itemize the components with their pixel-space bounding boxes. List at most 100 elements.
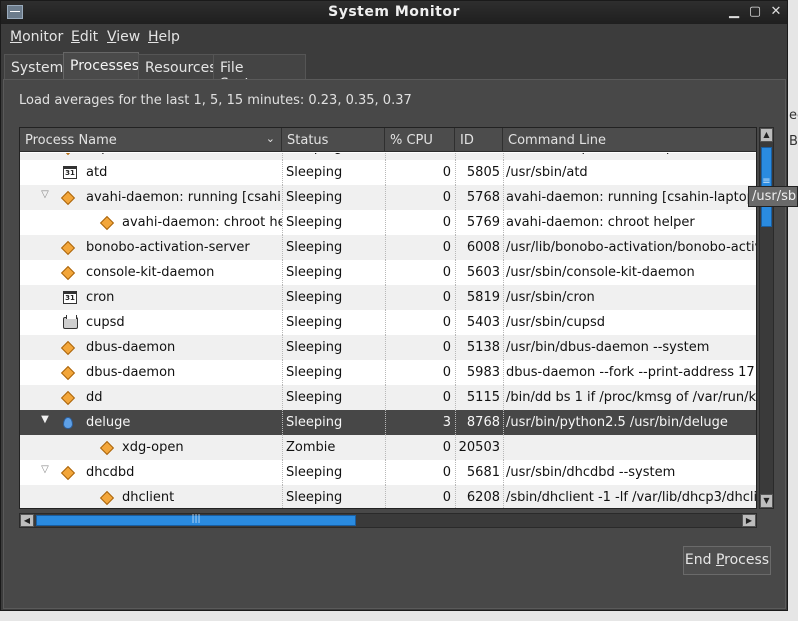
table-row[interactable]: console-kit-daemon Sleeping 0 5603/usr/sbin… <box>20 260 756 285</box>
menu-view[interactable]: View <box>107 29 140 45</box>
table-row[interactable]: avahi-daemon: chroot helper Sleeping 0 5769… <box>20 210 756 235</box>
process-icon <box>60 265 76 281</box>
column-separator <box>282 360 283 385</box>
close-icon[interactable]: ✕ <box>767 3 785 21</box>
table-row[interactable]: acpid Sleeping 0 4949/usr/sbin/acpid -c /et… <box>20 153 756 160</box>
process-cpu: 3 <box>442 415 451 430</box>
process-id: 8768 <box>466 415 500 430</box>
menu-edit[interactable]: Edit <box>71 29 98 45</box>
horizontal-scrollbar[interactable]: ◀ ▶ <box>19 513 757 528</box>
process-name-cell: acpid <box>20 153 282 160</box>
process-status: Sleeping <box>286 265 343 280</box>
process-name-cell: ▼ deluge <box>20 415 282 435</box>
table-row[interactable]: dhclient Sleeping 0 6208/sbin/dhclient -1 -… <box>20 485 756 508</box>
process-icon <box>60 240 76 256</box>
process-command-line: dbus-daemon --fork --print-address 17 <box>506 365 755 380</box>
expander-icon[interactable]: ▽ <box>39 190 51 200</box>
table-row[interactable]: ▽ avahi-daemon: running [csahin-laptop.lo… <box>20 185 756 210</box>
process-cpu: 0 <box>386 153 451 155</box>
column-separator <box>282 485 283 508</box>
title-bar[interactable]: System Monitor ▁ ▢ ✕ <box>1 1 787 24</box>
table-row[interactable]: cupsd Sleeping 0 5403/usr/sbin/cupsd <box>20 310 756 335</box>
column-separator <box>503 310 504 335</box>
process-cpu: 0 <box>442 490 451 505</box>
table-row[interactable]: dbus-daemon Sleeping 0 5138/usr/bin/dbus-da… <box>20 335 756 360</box>
process-status: Sleeping <box>286 165 343 180</box>
scroll-right-icon[interactable]: ▶ <box>742 514 756 527</box>
load-averages: Load averages for the last 1, 5, 15 minu… <box>19 93 412 108</box>
table-row[interactable]: 31 atd Sleeping 0 5805/usr/sbin/atd <box>20 160 756 185</box>
table-row[interactable]: xdg-open Zombie 0 20503 <box>20 435 756 460</box>
scroll-down-icon[interactable]: ▼ <box>760 494 773 508</box>
column-header-status[interactable]: Status <box>282 128 385 152</box>
column-separator <box>282 153 283 160</box>
table-row[interactable]: 31 cron Sleeping 0 5819/usr/sbin/cron <box>20 285 756 310</box>
column-header-id[interactable]: ID <box>455 128 503 152</box>
tab-file-systems[interactable]: File Systems <box>213 54 306 92</box>
menu-monitor[interactable]: Monitor <box>10 29 63 45</box>
maximize-icon[interactable]: ▢ <box>746 3 764 21</box>
column-separator <box>503 460 504 485</box>
menu-help[interactable]: Help <box>148 29 180 45</box>
table-row[interactable]: dd Sleeping 0 5115/bin/dd bs 1 if /proc/kms… <box>20 385 756 410</box>
table-row[interactable]: ▽ dhcdbd Sleeping 0 5681/usr/sbin/dhcdbd --s… <box>20 460 756 485</box>
column-header-process-name[interactable]: Process Name ⌄ <box>20 128 282 152</box>
column-header-cpu[interactable]: % CPU <box>385 128 455 152</box>
process-name: cron <box>86 290 115 305</box>
column-separator <box>282 185 283 210</box>
table-row[interactable]: dbus-daemon Sleeping 0 5983 dbus-daemon --fo… <box>20 360 756 385</box>
minimize-icon[interactable]: ▁ <box>725 3 743 21</box>
process-name-cell: 31 atd <box>20 165 282 185</box>
process-command-line: avahi-daemon: chroot helper <box>506 215 695 230</box>
process-command-line: /usr/bin/dbus-daemon --system <box>506 340 710 355</box>
window-title: System Monitor <box>328 4 460 20</box>
process-name: avahi-daemon: chroot helper <box>122 215 282 230</box>
process-name: atd <box>86 165 108 180</box>
process-name: dhclient <box>122 490 175 505</box>
horizontal-scroll-thumb[interactable] <box>36 514 356 526</box>
tab-resources[interactable]: Resources <box>138 54 217 80</box>
process-name: dbus-daemon <box>86 340 176 355</box>
column-header-command-line[interactable]: Command Line <box>503 128 756 152</box>
python-drop-icon <box>63 417 73 429</box>
tab-system[interactable]: System <box>4 54 64 80</box>
column-separator <box>282 235 283 260</box>
process-name: cupsd <box>86 315 125 330</box>
process-cpu: 0 <box>442 165 451 180</box>
process-name: deluge <box>86 415 131 430</box>
process-icon <box>99 490 115 506</box>
table-row[interactable]: ▼ deluge Sleeping 3 8768/usr/bin/python2.5 /… <box>20 410 756 435</box>
end-process-button[interactable]: End Process <box>683 546 771 575</box>
process-command-line: /usr/sbin/atd <box>506 165 588 180</box>
column-separator <box>503 485 504 508</box>
process-name-cell: dhclient <box>20 490 282 508</box>
column-separator <box>503 160 504 185</box>
process-name-cell: dbus-daemon <box>20 340 282 360</box>
background-window-peek: ee B/ <box>789 108 798 148</box>
scroll-up-icon[interactable]: ▲ <box>760 128 773 142</box>
vertical-scrollbar[interactable]: ▲ ▼ <box>759 127 774 509</box>
process-name-cell: ▽ avahi-daemon: running [csahin-laptop.lo… <box>20 190 282 210</box>
command-line-tooltip: /usr/sbin <box>748 186 798 207</box>
process-cpu: 0 <box>442 215 451 230</box>
scroll-left-icon[interactable]: ◀ <box>20 514 34 527</box>
process-status: Sleeping <box>286 290 343 305</box>
process-name: acpid <box>86 153 121 155</box>
process-name: dbus-daemon <box>86 365 176 380</box>
process-table: Process Name ⌄ Status % CPU ID Command Li… <box>19 127 757 509</box>
process-command-line: /usr/lib/bonobo-activation/bonobo-activ <box>506 240 756 255</box>
column-separator <box>503 385 504 410</box>
processes-pane: Load averages for the last 1, 5, 15 minu… <box>3 79 786 609</box>
expander-icon[interactable]: ▼ <box>39 415 51 425</box>
column-separator <box>282 435 283 460</box>
background-text: B/ <box>789 134 798 148</box>
process-name: avahi-daemon: running [csahin-laptop.loc… <box>86 190 282 205</box>
process-cpu: 0 <box>442 265 451 280</box>
tab-processes[interactable]: Processes <box>63 52 139 80</box>
table-row[interactable]: bonobo-activation-server Sleeping 0 6008/us… <box>20 235 756 260</box>
table-rows: acpid Sleeping 0 4949/usr/sbin/acpid -c /et… <box>20 153 756 508</box>
expander-icon[interactable]: ▽ <box>39 465 51 475</box>
process-command-line: /usr/sbin/dhcdbd --system <box>506 465 676 480</box>
column-separator <box>282 260 283 285</box>
process-name-cell: dd <box>20 390 282 410</box>
